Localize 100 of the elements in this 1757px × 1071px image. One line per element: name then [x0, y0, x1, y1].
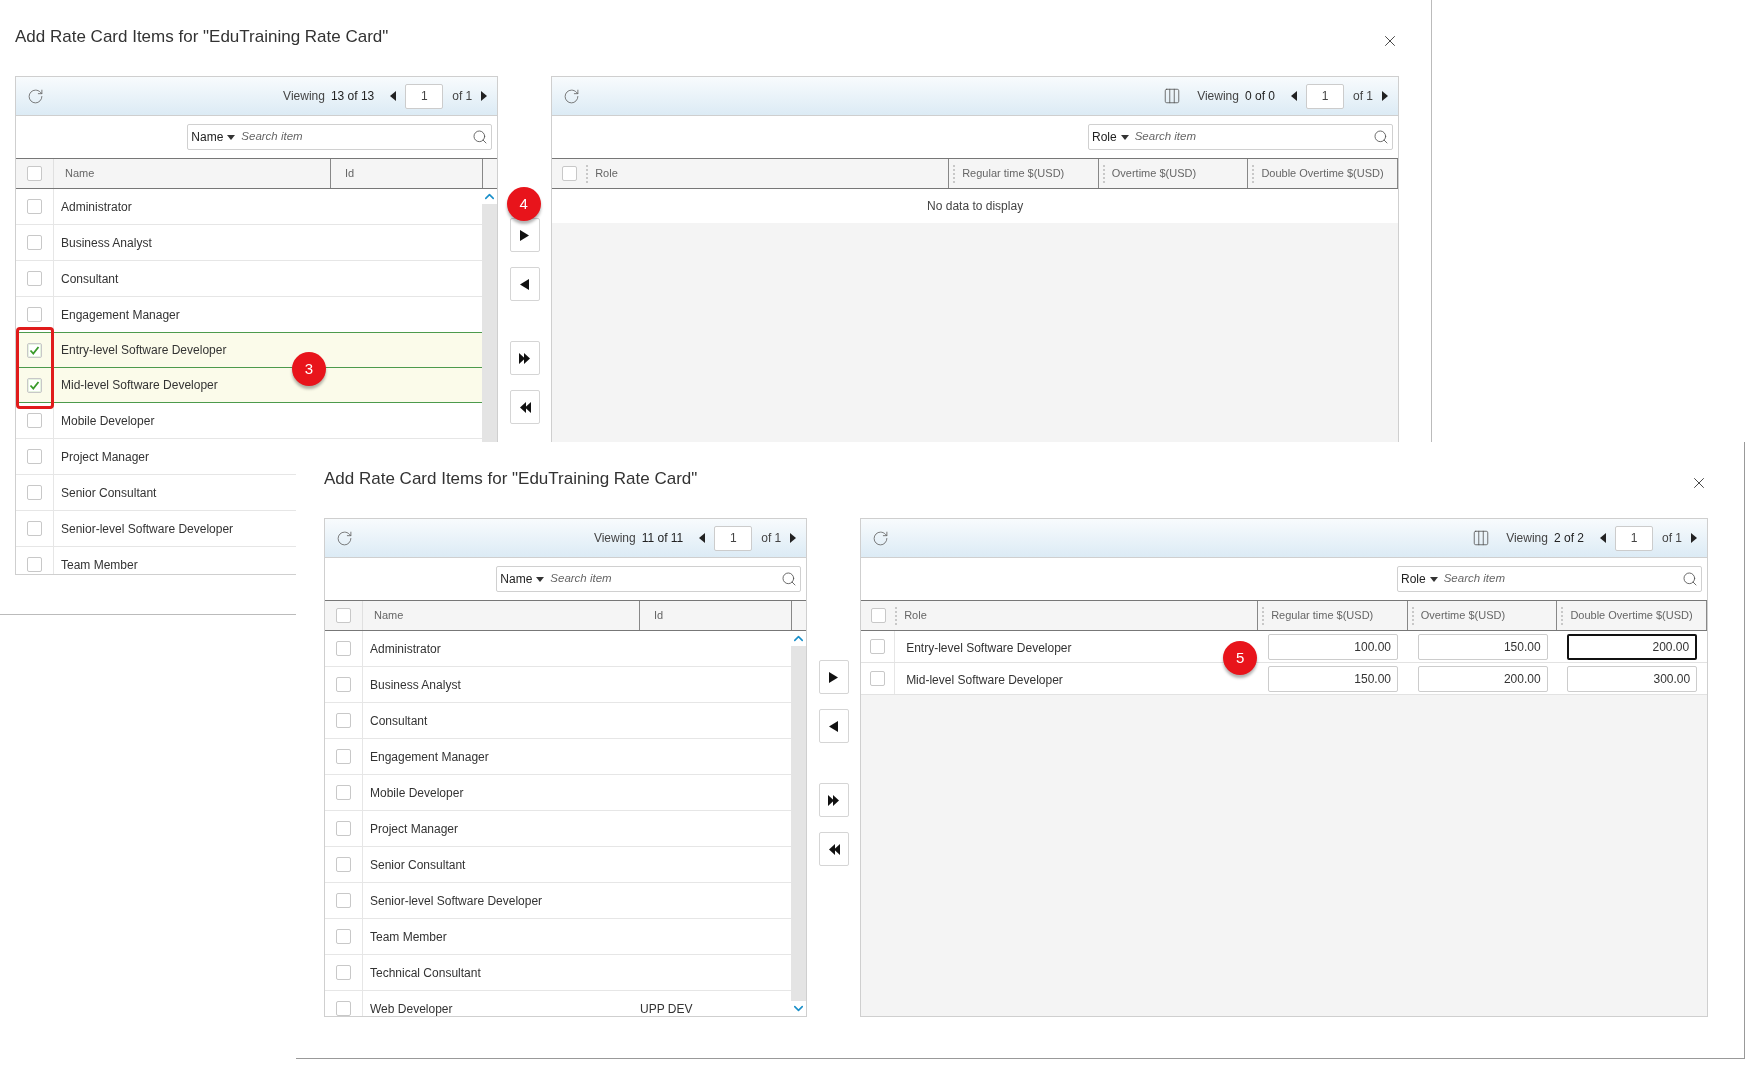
move-button[interactable]: [818, 783, 849, 817]
previous-page-icon[interactable]: [390, 91, 397, 101]
column-header[interactable]: Regular time $(USD): [1271, 607, 1374, 624]
caret-down-icon: [1120, 134, 1129, 140]
column-header[interactable]: Name: [374, 607, 404, 624]
column-header[interactable]: Overtime $(USD): [1420, 607, 1506, 624]
checkbox[interactable]: [27, 199, 42, 214]
rate-field[interactable]: 100.00: [1268, 633, 1398, 660]
next-page-icon[interactable]: [481, 91, 488, 101]
scroll-up-icon[interactable]: [482, 189, 498, 204]
rate-field[interactable]: 300.00: [1567, 665, 1698, 692]
checkbox[interactable]: [336, 857, 351, 872]
scroll-down-icon[interactable]: [791, 1001, 807, 1016]
columns-icon[interactable]: [1163, 87, 1182, 105]
column-header[interactable]: Regular time $(USD): [962, 165, 1065, 182]
refresh-icon[interactable]: [563, 87, 581, 105]
viewing-label: Viewing: [593, 530, 636, 547]
next-page-icon[interactable]: [790, 533, 797, 543]
search-icon[interactable]: [1682, 571, 1698, 587]
next-page-icon[interactable]: [1382, 91, 1388, 101]
checkbox[interactable]: [870, 639, 886, 654]
filter-dropdown[interactable]: Name: [191, 128, 242, 146]
checkbox[interactable]: [336, 929, 351, 944]
checkbox[interactable]: [870, 671, 886, 686]
filter-dropdown[interactable]: Name: [500, 570, 551, 588]
filter-dropdown[interactable]: Role: [1092, 128, 1135, 146]
checkbox[interactable]: [336, 749, 351, 764]
checkbox[interactable]: [336, 641, 351, 656]
move-button[interactable]: [818, 709, 849, 743]
checkbox[interactable]: [336, 821, 351, 836]
refresh-icon[interactable]: [336, 529, 353, 547]
checkbox[interactable]: [870, 608, 886, 623]
refresh-icon[interactable]: [872, 529, 890, 547]
checkbox[interactable]: [336, 608, 351, 623]
scrollbar[interactable]: [791, 631, 807, 1016]
role-name: Team Member: [61, 556, 138, 574]
search-field[interactable]: Role Search item: [1088, 124, 1393, 150]
checkbox[interactable]: [27, 166, 42, 181]
check-icon: [29, 344, 40, 356]
column-header[interactable]: Id: [345, 165, 355, 182]
checkbox[interactable]: [27, 307, 42, 322]
column-header[interactable]: Double Overtime $(USD): [1261, 165, 1384, 182]
role-name: Administrator: [61, 198, 132, 216]
column-header[interactable]: Double Overtime $(USD): [1570, 607, 1693, 624]
column-header[interactable]: Role: [904, 607, 927, 624]
role-name: Consultant: [61, 270, 119, 288]
rate-field[interactable]: 150.00: [1417, 633, 1548, 660]
viewing-label: Viewing: [1197, 88, 1239, 105]
checkbox[interactable]: [561, 166, 577, 181]
page-field[interactable]: 1: [714, 525, 753, 551]
checkbox[interactable]: [27, 377, 42, 393]
next-page-icon[interactable]: [1691, 533, 1697, 543]
search-field[interactable]: Name Search item: [187, 124, 493, 150]
move-button[interactable]: [509, 267, 540, 301]
column-header[interactable]: Overtime $(USD): [1111, 165, 1197, 182]
page-total: of 1: [452, 88, 473, 105]
checkbox[interactable]: [27, 485, 42, 500]
move-button[interactable]: [818, 832, 849, 866]
rate-field[interactable]: 150.00: [1268, 665, 1398, 692]
checkbox[interactable]: [27, 413, 42, 428]
checkbox[interactable]: [27, 521, 42, 536]
checkbox[interactable]: [336, 965, 351, 980]
checkbox[interactable]: [27, 449, 42, 464]
search-field[interactable]: Role Search item: [1397, 566, 1702, 592]
record-count: 0 of 0: [1244, 88, 1275, 105]
rate-field[interactable]: 200.00: [1567, 633, 1698, 660]
filter-dropdown[interactable]: Role: [1401, 570, 1444, 588]
search-field[interactable]: Name Search item: [496, 566, 802, 592]
previous-page-icon[interactable]: [1600, 533, 1606, 543]
checkbox[interactable]: [27, 271, 42, 286]
previous-page-icon[interactable]: [699, 533, 706, 543]
page-field[interactable]: 1: [1306, 83, 1344, 109]
search-icon[interactable]: [1373, 129, 1389, 145]
scroll-up-icon[interactable]: [791, 631, 807, 646]
move-button[interactable]: [509, 218, 540, 252]
checkbox[interactable]: [336, 1001, 351, 1016]
page-field[interactable]: 1: [405, 83, 444, 109]
checkbox[interactable]: [336, 785, 351, 800]
role-name: Mid-level Software Developer: [906, 672, 1063, 687]
columns-icon[interactable]: [1472, 529, 1491, 547]
search-icon[interactable]: [781, 571, 798, 587]
rate-field[interactable]: 200.00: [1417, 665, 1548, 692]
move-button[interactable]: [509, 390, 540, 424]
checkbox[interactable]: [336, 893, 351, 908]
column-grip-icon: [1252, 164, 1256, 183]
play-right-icon: [520, 229, 530, 241]
refresh-icon[interactable]: [27, 87, 44, 105]
move-button[interactable]: [818, 660, 849, 694]
checkbox[interactable]: [336, 677, 351, 692]
checkbox[interactable]: [27, 235, 42, 250]
page-field[interactable]: 1: [1615, 525, 1653, 551]
column-header[interactable]: Id: [654, 607, 664, 624]
checkbox[interactable]: [336, 713, 351, 728]
previous-page-icon[interactable]: [1291, 91, 1297, 101]
column-header[interactable]: Role: [595, 165, 618, 182]
search-icon[interactable]: [472, 129, 489, 145]
checkbox[interactable]: [27, 342, 42, 358]
checkbox[interactable]: [27, 557, 42, 572]
move-button[interactable]: [509, 341, 540, 375]
column-header[interactable]: Name: [65, 165, 95, 182]
